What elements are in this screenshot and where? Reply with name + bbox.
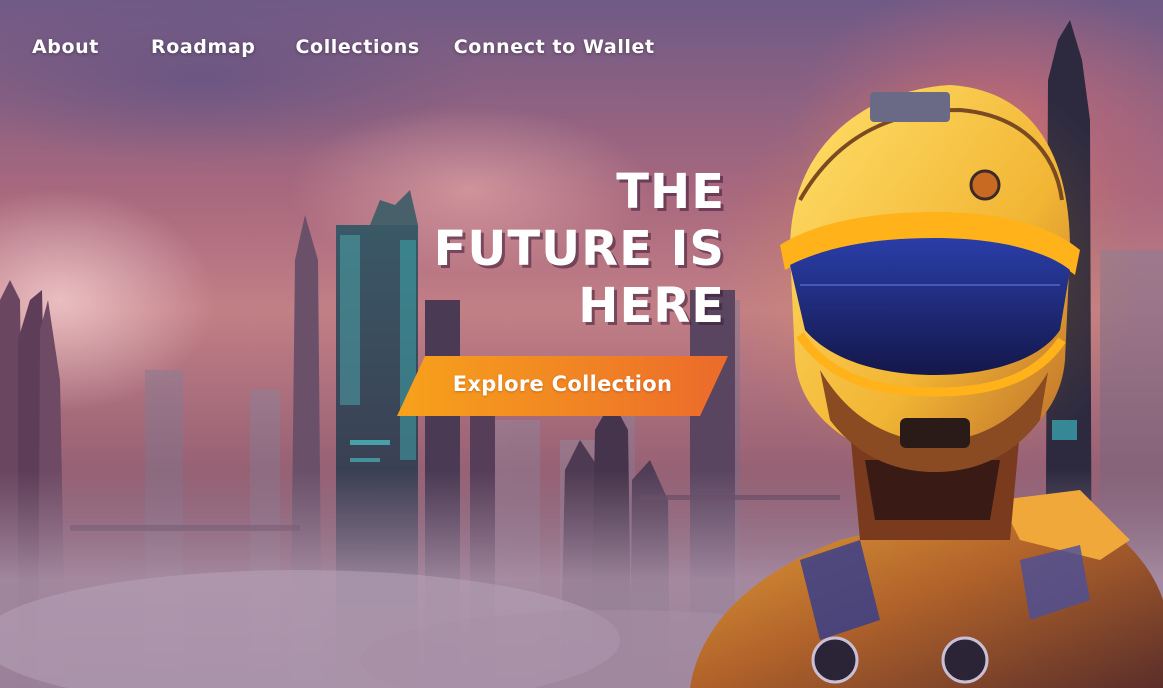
headline-line-3: HERE xyxy=(578,278,725,334)
hero-background-image xyxy=(0,20,1163,688)
nav-about-link[interactable]: About xyxy=(32,36,99,58)
nav-roadmap-link[interactable]: Roadmap xyxy=(151,36,256,58)
hero-headline: THE FUTURE IS HERE xyxy=(434,164,725,335)
hero-section: About Roadmap Collections Connect to Wal… xyxy=(0,0,1163,688)
explore-collection-button[interactable]: Explore Collection xyxy=(397,356,728,416)
cta-label: Explore Collection xyxy=(452,372,673,396)
main-nav: About Roadmap Collections Connect to Wal… xyxy=(32,36,655,58)
nav-collections-link[interactable]: Collections xyxy=(296,36,420,58)
connect-wallet-link[interactable]: Connect to Wallet xyxy=(454,36,655,58)
headline-line-1: THE xyxy=(616,164,725,220)
headline-line-2: FUTURE IS xyxy=(433,221,725,277)
